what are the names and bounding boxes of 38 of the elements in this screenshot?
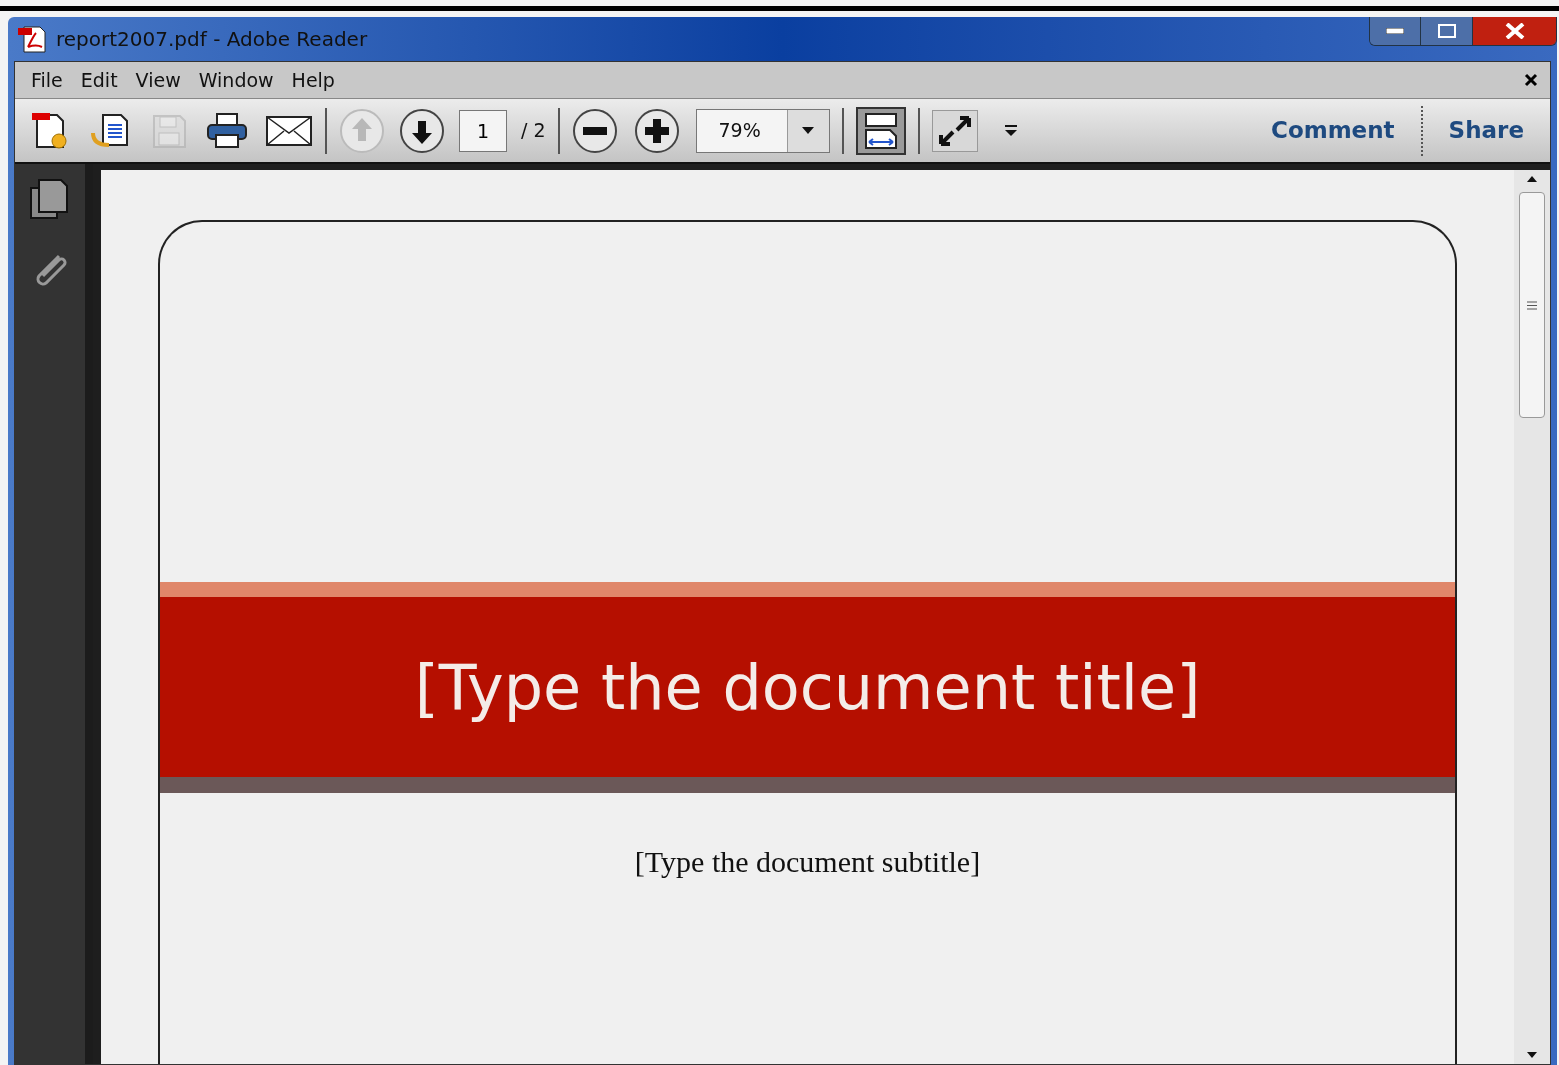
menu-item[interactable]: Edit xyxy=(72,65,126,95)
restore-button[interactable] xyxy=(1420,17,1472,45)
grip-icon xyxy=(1527,300,1537,310)
window-title: report2007.pdf - Adobe Reader xyxy=(56,26,368,53)
printer-icon xyxy=(205,110,249,151)
minimize-button[interactable] xyxy=(1370,17,1420,45)
panel-tab[interactable]: Share xyxy=(1436,113,1536,148)
pdf-file-icon xyxy=(16,25,48,53)
page-total: / 2 xyxy=(521,118,546,144)
envelope-icon xyxy=(265,113,313,148)
next-page-button[interactable] xyxy=(399,107,445,154)
panel-tab[interactable]: Comment xyxy=(1259,113,1407,148)
close-button[interactable] xyxy=(1472,17,1556,45)
document-title: [Type the document title] xyxy=(414,649,1201,726)
scroll-thumb[interactable] xyxy=(1519,192,1545,418)
menu-item[interactable]: File xyxy=(23,65,71,95)
menu-item[interactable]: View xyxy=(127,65,189,95)
zoom-dropdown[interactable]: 79% xyxy=(695,108,830,153)
zoom-out-icon[interactable] xyxy=(571,107,618,154)
minimize-icon xyxy=(1386,28,1404,34)
menu-item[interactable]: Help xyxy=(283,65,343,95)
caret-icon xyxy=(802,127,815,134)
fit-width-button[interactable] xyxy=(855,106,906,155)
full-screen-button[interactable] xyxy=(931,109,978,152)
print-button[interactable] xyxy=(205,110,249,151)
scroll-up-icon[interactable] xyxy=(1527,176,1537,182)
menu-item[interactable]: Window xyxy=(190,65,282,95)
pages-icon[interactable] xyxy=(29,178,71,220)
document-subtitle: [Type the document subtitle] xyxy=(633,844,982,880)
scroll-down-icon[interactable] xyxy=(1527,1052,1537,1058)
email-button[interactable] xyxy=(265,113,313,148)
close-icon[interactable] xyxy=(1524,73,1538,87)
restore-icon xyxy=(1437,24,1456,38)
page-number-field[interactable]: 1 xyxy=(459,109,507,152)
expand-arrows-icon xyxy=(936,113,973,148)
close-icon xyxy=(1504,23,1525,39)
caret-icon[interactable] xyxy=(1003,124,1018,137)
zoom-in-icon[interactable] xyxy=(633,107,680,154)
